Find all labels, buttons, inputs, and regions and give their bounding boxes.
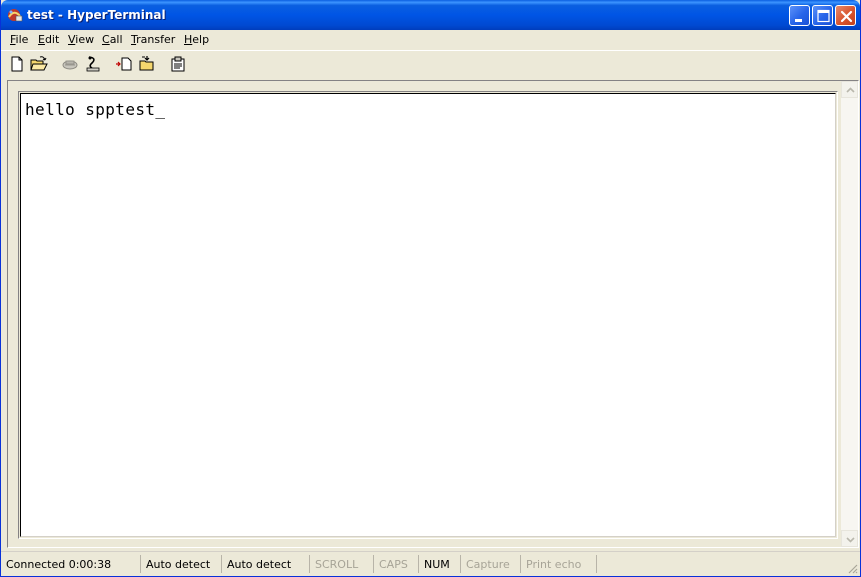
menu-call-mnemonic: C: [102, 33, 110, 46]
status-print-echo: Print echo: [521, 555, 597, 573]
menu-transfer[interactable]: Transfer: [131, 33, 175, 46]
arrow-down-icon: [846, 537, 855, 543]
maximize-icon: [817, 9, 830, 23]
hyperterminal-app-icon[interactable]: [7, 7, 23, 23]
terminal-panel: hello spptest_: [7, 80, 859, 548]
status-settings: Auto detect: [222, 555, 310, 573]
status-emulation: Auto detect: [141, 555, 222, 573]
vertical-scrollbar[interactable]: [841, 81, 858, 547]
status-scroll: SCROLL: [310, 555, 374, 573]
arrow-up-icon: [846, 87, 855, 93]
menu-view-label: iew: [75, 33, 95, 46]
terminal-screen[interactable]: hello spptest_: [20, 93, 836, 537]
maximize-button[interactable]: [812, 5, 833, 26]
menu-file-label: ile: [15, 33, 29, 46]
scroll-up-button[interactable]: [841, 81, 858, 98]
new-document-icon: [11, 56, 23, 72]
receive-button[interactable]: [138, 55, 156, 73]
scroll-down-button[interactable]: [841, 530, 858, 547]
status-capture: Capture: [461, 555, 521, 573]
status-bar: Connected 0:00:38 Auto detect Auto detec…: [1, 551, 860, 576]
minimize-icon: [795, 19, 802, 22]
menu-file[interactable]: File: [10, 33, 28, 46]
send-button[interactable]: [115, 55, 133, 73]
disconnect-button[interactable]: [84, 55, 102, 73]
call-button[interactable]: [61, 55, 79, 73]
menu-call-label: all: [109, 33, 123, 46]
close-icon: [840, 10, 853, 23]
new-connection-button[interactable]: [8, 55, 26, 73]
menu-edit[interactable]: Edit: [38, 33, 59, 46]
menu-call[interactable]: Call: [102, 33, 123, 46]
status-caps: CAPS: [374, 555, 419, 573]
resize-grip-icon[interactable]: [846, 562, 858, 574]
minimize-button[interactable]: [789, 5, 810, 26]
hyperterminal-window: test - HyperTerminal File Edit View Call…: [0, 0, 861, 577]
terminal-output: hello spptest_: [25, 100, 166, 119]
disconnect-icon: [86, 56, 100, 72]
menu-view[interactable]: View: [68, 33, 94, 46]
menu-edit-label: dit: [44, 33, 60, 46]
title-bar[interactable]: test - HyperTerminal: [1, 0, 860, 30]
menu-transfer-label: ransfer: [136, 33, 176, 46]
window-title: test - HyperTerminal: [27, 8, 166, 22]
open-folder-icon: [30, 56, 48, 71]
menu-help-label: elp: [192, 33, 210, 46]
receive-file-icon: [139, 56, 154, 71]
terminal-frame: hello spptest_: [18, 91, 838, 539]
properties-icon: [171, 56, 185, 72]
menu-bar: File Edit View Call Transfer Help: [1, 30, 860, 49]
toolbar: [1, 50, 860, 77]
menu-edit-mnemonic: E: [38, 33, 45, 46]
status-num: NUM: [419, 555, 461, 573]
close-button[interactable]: [835, 5, 856, 26]
open-button[interactable]: [30, 55, 48, 73]
phone-call-icon: [62, 60, 78, 70]
properties-button[interactable]: [169, 55, 187, 73]
menu-help[interactable]: Help: [184, 33, 209, 46]
status-connected: Connected 0:00:38: [1, 555, 141, 573]
send-file-icon: [116, 57, 132, 71]
